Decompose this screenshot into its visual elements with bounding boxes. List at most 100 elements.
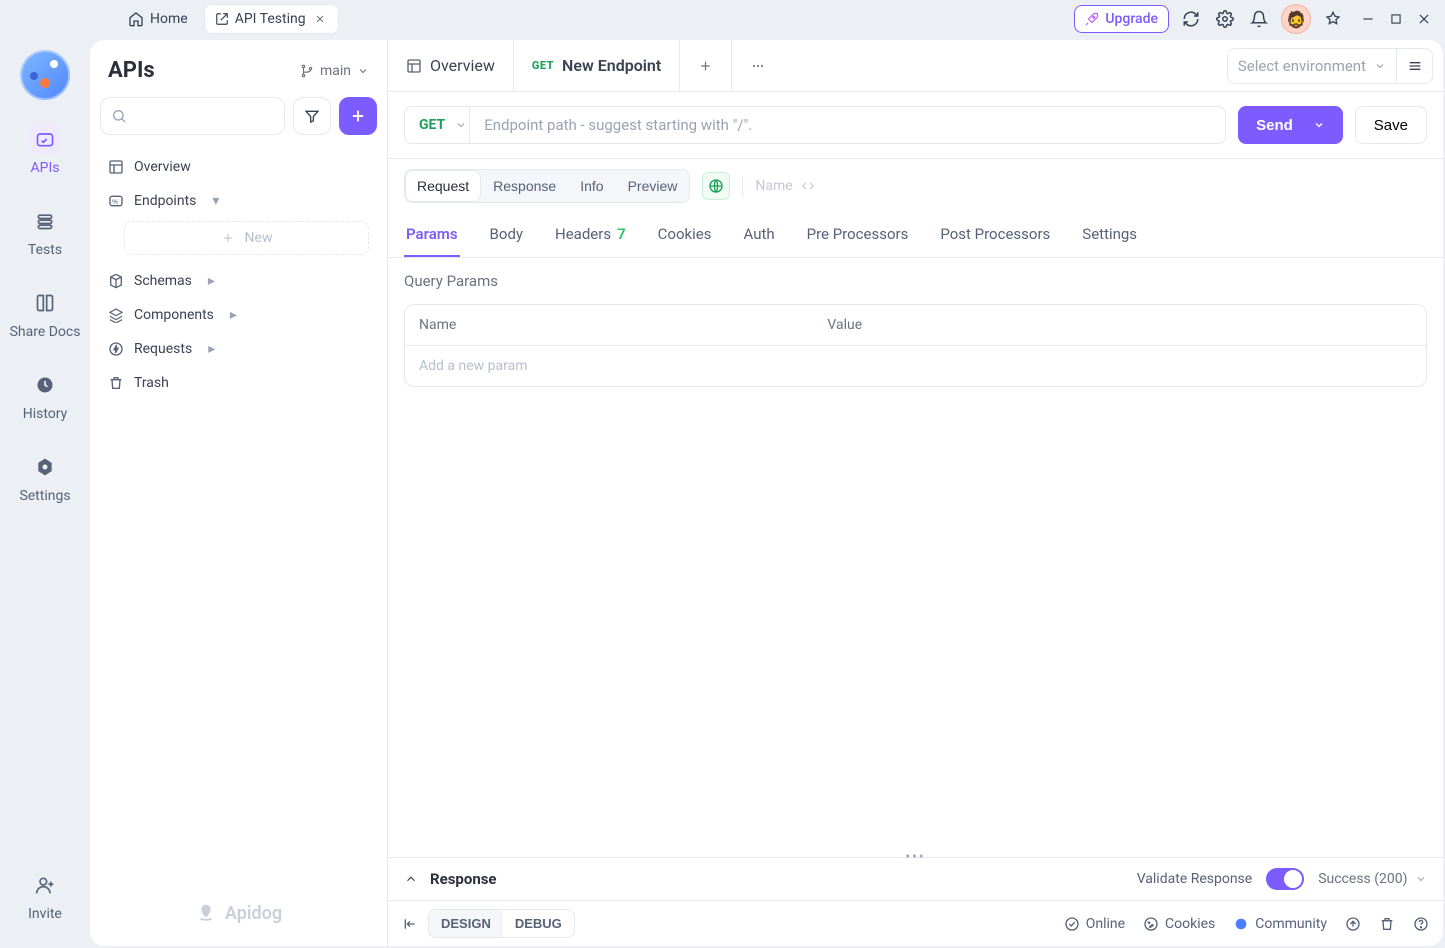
headers-count-badge: 7	[617, 225, 626, 243]
check-circle-icon	[1064, 916, 1080, 932]
collapse-panel-button[interactable]	[402, 916, 418, 932]
layout-icon	[108, 159, 124, 175]
mode-debug[interactable]: DEBUG	[503, 910, 574, 937]
brand-icon	[195, 902, 217, 924]
environment-menu-button[interactable]	[1397, 48, 1433, 84]
endpoint-name-input[interactable]: Name	[755, 178, 814, 194]
window-close-button[interactable]	[1417, 12, 1431, 26]
add-button[interactable]	[339, 97, 377, 135]
mode-toggle: DESIGN DEBUG	[428, 909, 575, 938]
subtab-headers[interactable]: Headers 7	[553, 213, 628, 257]
params-table: Name Value Add a new param	[404, 304, 1427, 387]
community-icon	[1233, 916, 1249, 932]
nav-tests[interactable]: Tests	[0, 200, 90, 264]
chevron-down-icon	[455, 119, 467, 131]
add-param-input[interactable]: Add a new param	[405, 346, 813, 386]
footer-cookies[interactable]: Cookies	[1143, 916, 1215, 932]
tab-new-endpoint[interactable]: GET New Endpoint	[514, 40, 680, 91]
layout-icon	[406, 58, 422, 74]
chevron-down-icon	[357, 65, 369, 77]
footer-trash-button[interactable]	[1379, 916, 1395, 932]
add-param-value[interactable]	[813, 346, 1426, 386]
subtab-params[interactable]: Params	[404, 213, 460, 257]
subtab-post-processors[interactable]: Post Processors	[938, 213, 1052, 257]
branch-selector[interactable]: main	[300, 63, 369, 79]
upgrade-button[interactable]: Upgrade	[1074, 5, 1169, 33]
tree-new-endpoint[interactable]: New	[124, 221, 369, 255]
window-maximize-button[interactable]	[1389, 12, 1403, 26]
pin-button[interactable]	[1321, 7, 1345, 31]
nav-history[interactable]: History	[0, 364, 90, 428]
seg-response[interactable]: Response	[481, 170, 568, 202]
project-tab[interactable]: API Testing	[204, 4, 339, 34]
tab-more-button[interactable]	[732, 40, 784, 91]
notifications-button[interactable]	[1247, 7, 1271, 31]
tree-endpoints[interactable]: 96 Endpoints ▾	[98, 185, 379, 217]
window-minimize-button[interactable]	[1361, 12, 1375, 26]
response-title: Response	[430, 870, 497, 888]
query-params-title: Query Params	[388, 258, 1443, 304]
footer-upload-button[interactable]	[1345, 916, 1361, 932]
public-toggle[interactable]	[702, 172, 730, 200]
tree-overview-label: Overview	[134, 159, 191, 175]
apis-icon	[30, 124, 60, 154]
home-icon	[128, 11, 144, 27]
footer-community[interactable]: Community	[1233, 916, 1327, 932]
menu-icon	[1407, 58, 1423, 74]
expand-response-button[interactable]	[404, 872, 418, 886]
subtab-cookies[interactable]: Cookies	[656, 213, 714, 257]
nav-history-label: History	[23, 406, 68, 422]
refresh-button[interactable]	[1179, 7, 1203, 31]
subtab-body[interactable]: Body	[488, 213, 525, 257]
save-button[interactable]: Save	[1355, 106, 1427, 144]
filter-button[interactable]	[293, 97, 331, 135]
add-tab-button[interactable]	[680, 40, 732, 91]
validate-response-toggle[interactable]	[1266, 868, 1304, 890]
caret-right-icon: ▸	[208, 341, 215, 357]
subtab-pre-processors[interactable]: Pre Processors	[805, 213, 911, 257]
footer-help-button[interactable]	[1413, 916, 1429, 932]
online-label: Online	[1086, 916, 1125, 932]
chevron-down-icon	[1313, 119, 1325, 131]
home-tab[interactable]: Home	[118, 4, 198, 34]
subtab-settings[interactable]: Settings	[1080, 213, 1139, 257]
app-logo[interactable]	[20, 50, 70, 100]
upgrade-label: Upgrade	[1105, 11, 1158, 27]
rocket-icon	[1085, 12, 1099, 26]
tree-components[interactable]: Components ▸	[98, 299, 379, 331]
user-avatar[interactable]: 🧔	[1281, 4, 1311, 34]
send-button[interactable]: Send	[1238, 106, 1343, 144]
close-tab-button[interactable]	[312, 11, 328, 27]
caret-right-icon: ▸	[230, 307, 237, 323]
tree-schemas[interactable]: Schemas ▸	[98, 265, 379, 297]
environment-select[interactable]: Select environment	[1227, 48, 1397, 84]
tab-overview[interactable]: Overview	[388, 40, 514, 91]
settings-gear-button[interactable]	[1213, 7, 1237, 31]
mode-design[interactable]: DESIGN	[429, 910, 503, 937]
nav-share-docs[interactable]: Share Docs	[0, 282, 90, 346]
subtab-auth[interactable]: Auth	[741, 213, 776, 257]
drag-handle[interactable]: •••	[905, 849, 925, 865]
tree-endpoints-label: Endpoints	[134, 193, 196, 209]
nav-settings[interactable]: Settings	[0, 446, 90, 510]
branch-name: main	[320, 63, 351, 79]
tree-overview[interactable]: Overview	[98, 151, 379, 183]
seg-info[interactable]: Info	[568, 170, 615, 202]
status-online[interactable]: Online	[1064, 916, 1125, 932]
name-placeholder: Name	[755, 178, 792, 194]
cookies-label: Cookies	[1165, 916, 1215, 932]
globe-icon	[708, 178, 724, 194]
method-badge: GET	[532, 59, 554, 72]
chevron-down-icon	[1374, 60, 1386, 72]
sidebar-search[interactable]	[100, 97, 285, 135]
seg-request[interactable]: Request	[405, 170, 481, 202]
response-status-select[interactable]: Success (200)	[1318, 871, 1427, 887]
tree-requests[interactable]: Requests ▸	[98, 333, 379, 365]
url-input[interactable]: Endpoint path - suggest starting with "/…	[469, 106, 1226, 144]
nav-invite[interactable]: Invite	[0, 864, 90, 928]
validate-response-label: Validate Response	[1137, 871, 1253, 887]
tree-trash[interactable]: Trash	[98, 367, 379, 399]
collapse-icon	[402, 916, 418, 932]
seg-preview[interactable]: Preview	[616, 170, 690, 202]
nav-apis[interactable]: APIs	[0, 118, 90, 182]
